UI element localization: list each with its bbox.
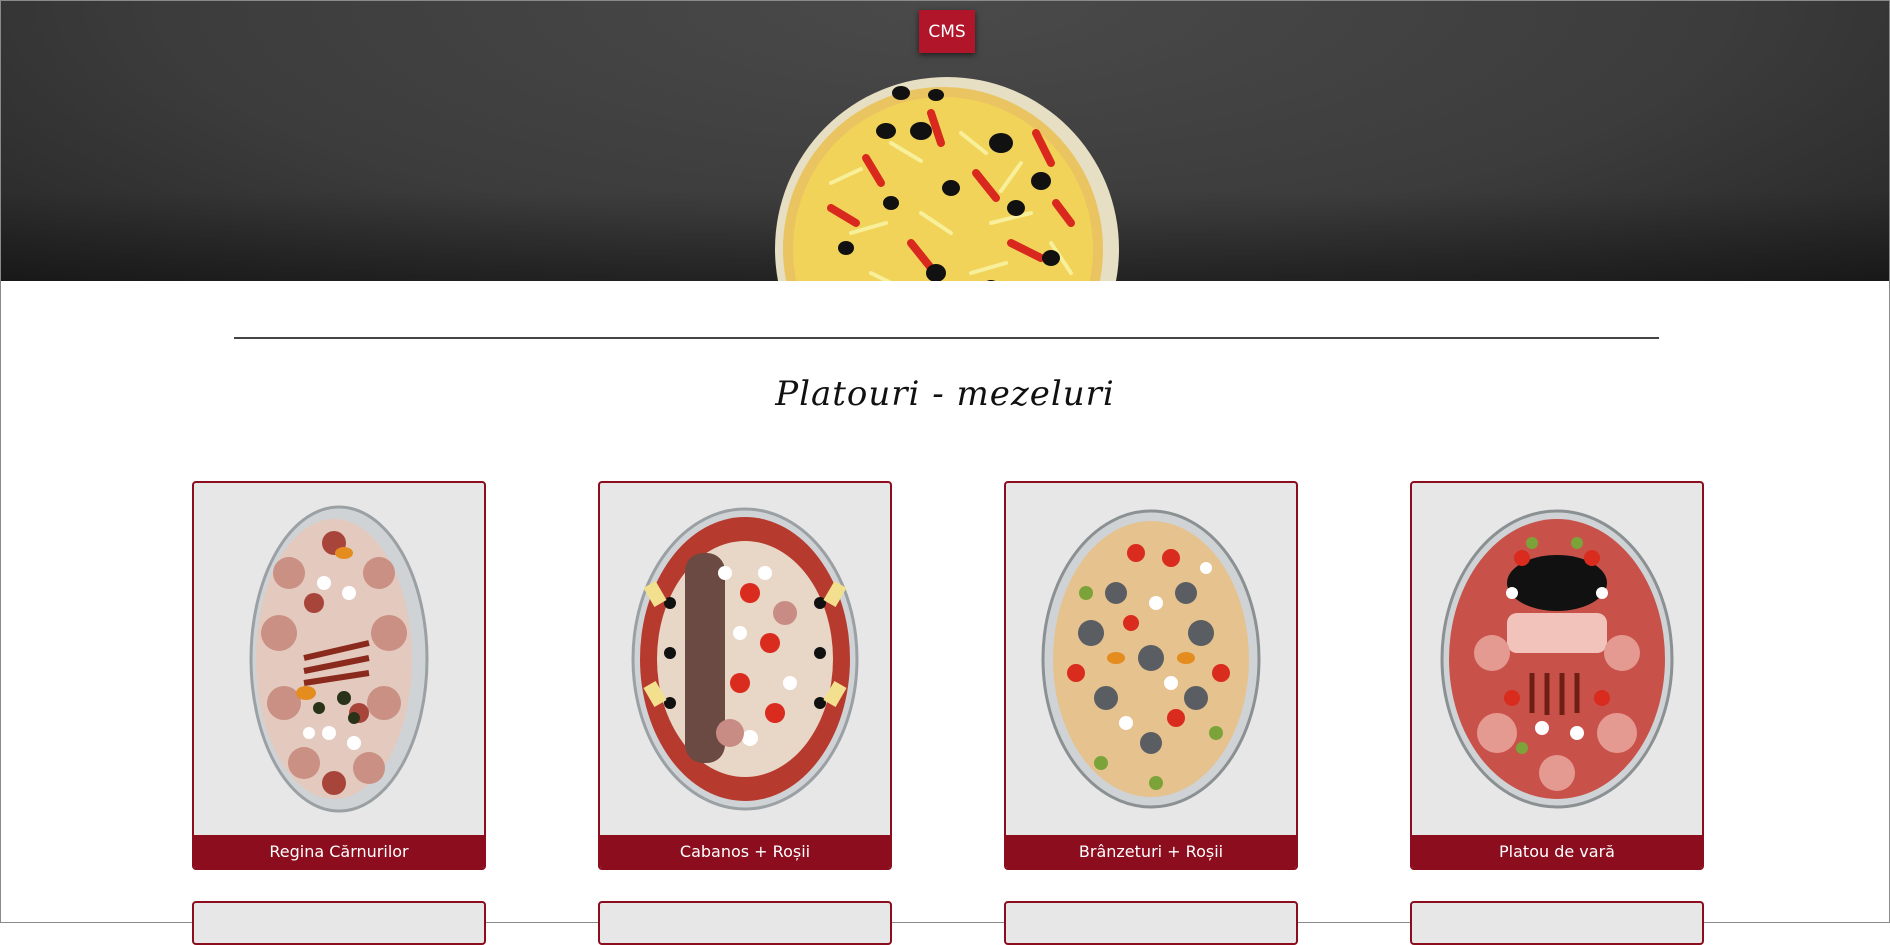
platter-image	[631, 507, 859, 811]
platter-image	[1041, 509, 1261, 809]
product-label: Platou de vară	[1412, 835, 1702, 868]
product-label: Regina Cărnurilor	[194, 835, 484, 868]
pizza-image	[775, 77, 1119, 281]
cms-button[interactable]: CMS	[919, 10, 975, 53]
product-card[interactable]: Cabanos + Roșii	[598, 481, 892, 870]
hero-banner: CMS	[1, 1, 1889, 281]
platter-image	[249, 505, 429, 813]
product-card[interactable]	[598, 901, 892, 945]
product-label: Brânzeturi + Roșii	[1006, 835, 1296, 868]
platter-image	[1440, 509, 1674, 809]
section-title: Platouri - mezeluri	[775, 374, 1115, 414]
product-card[interactable]: Brânzeturi + Roșii	[1004, 481, 1298, 870]
product-card[interactable]: Regina Cărnurilor	[192, 481, 486, 870]
section-divider	[234, 337, 1659, 339]
product-card[interactable]	[1004, 901, 1298, 945]
product-label: Cabanos + Roșii	[600, 835, 890, 868]
product-card[interactable]	[192, 901, 486, 945]
product-card[interactable]	[1410, 901, 1704, 945]
product-card[interactable]: Platou de vară	[1410, 481, 1704, 870]
